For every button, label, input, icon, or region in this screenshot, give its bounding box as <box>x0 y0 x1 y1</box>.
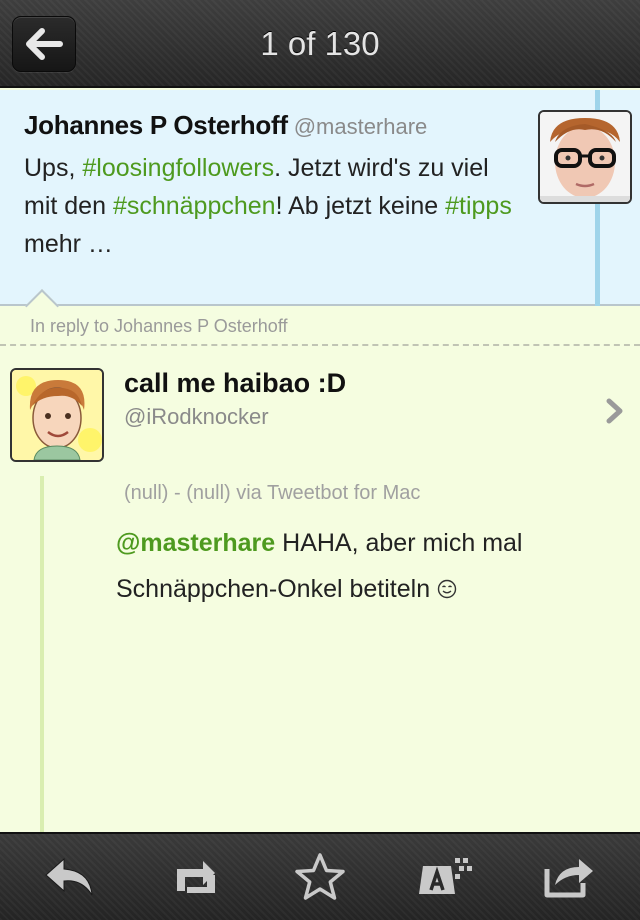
translate-icon <box>418 858 472 894</box>
parent-author-avatar[interactable] <box>538 110 632 204</box>
reply-tweet-text: @masterhare HAHA, aber mich mal Schnäppc… <box>116 520 616 612</box>
in-reply-to-label: In reply to Johannes P Osterhoff <box>30 316 288 336</box>
navigation-bar: 1 of 130 <box>0 0 640 88</box>
reply-icon <box>45 857 93 896</box>
favorite-star-icon <box>295 853 345 900</box>
favorite-button[interactable] <box>280 842 360 912</box>
reply-button[interactable] <box>30 842 110 912</box>
retweet-button[interactable] <box>155 842 235 912</box>
parent-tweet[interactable]: Johannes P Osterhoff @masterhare Ups, #lo… <box>0 90 640 306</box>
reply-author-avatar[interactable] <box>10 368 104 462</box>
thread-line <box>40 476 44 832</box>
hashtag-link[interactable]: #tipps <box>445 192 512 220</box>
text-segment: ! Ab jetzt keine <box>275 192 446 220</box>
retweet-icon <box>177 861 216 893</box>
share-icon <box>544 859 593 898</box>
smiley-icon <box>437 579 457 599</box>
avatar-portrait-icon <box>540 112 630 202</box>
page-title: 1 of 130 <box>260 25 380 62</box>
chevron-right-icon <box>606 398 623 424</box>
hashtag-link[interactable]: #loosingfollowers <box>82 154 274 182</box>
reply-author-name: call me haibao :D <box>124 368 347 398</box>
bottom-toolbar <box>0 832 640 920</box>
parent-author-handle: @masterhare <box>293 114 428 139</box>
reply-meta: (null) - (null) via Tweetbot for Mac <box>124 482 421 504</box>
reply-author-handle: @iRodknocker <box>124 404 269 429</box>
back-button[interactable] <box>12 16 76 72</box>
back-arrow-icon <box>26 28 63 60</box>
parent-tweet-text: Ups, #loosingfollowers. Jetzt wird's zu … <box>24 149 524 263</box>
hashtag-link[interactable]: #schnäppchen <box>113 192 276 220</box>
avatar-caricature-icon <box>12 370 102 460</box>
translate-button[interactable] <box>405 842 485 912</box>
parent-author-name: Johannes P Osterhoff <box>24 110 288 140</box>
parent-author: Johannes P Osterhoff @masterhare <box>24 110 524 141</box>
reply-author-row[interactable]: call me haibao :D @iRodknocker <box>0 346 640 476</box>
parent-tweet-content: Johannes P Osterhoff @masterhare Ups, #lo… <box>24 110 524 263</box>
text-segment: Ups, <box>24 154 83 182</box>
share-button[interactable] <box>530 842 610 912</box>
text-segment: mehr … <box>24 230 113 258</box>
mention-link[interactable]: @masterhare <box>116 529 275 557</box>
